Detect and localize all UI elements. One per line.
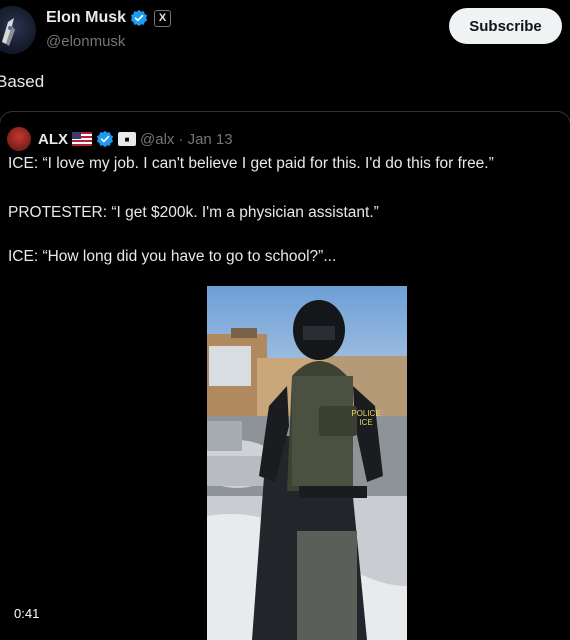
video-duration: 0:41 [14, 606, 40, 621]
author-handle[interactable]: @elonmusk [46, 33, 125, 50]
author-avatar[interactable] [0, 6, 36, 54]
quoted-verified-badge-icon [96, 130, 114, 148]
quoted-author-handle[interactable]: @alx [140, 131, 174, 148]
affiliate-logo-icon: ■ [118, 132, 136, 146]
quoted-author-avatar[interactable] [7, 127, 31, 151]
quoted-tweet[interactable]: ALX ■ @alx · Jan 13 ICE: “I love my job.… [0, 111, 570, 640]
us-flag-icon [72, 132, 92, 146]
x-affiliate-badge: X [154, 9, 172, 27]
author-name-row: Elon Musk X [46, 9, 172, 27]
tweet-header: Elon Musk X @elonmusk Subscribe [0, 0, 570, 60]
quoted-tweet-date[interactable]: · Jan 13 [178, 131, 232, 148]
tweet-text: Based [0, 72, 45, 91]
quoted-text-line-3: ICE: “How long did you have to go to sch… [8, 248, 337, 265]
rocket-avatar-icon [2, 18, 15, 46]
author-name[interactable]: Elon Musk [46, 9, 126, 27]
verified-badge-icon [130, 9, 148, 27]
quoted-text-line-1: ICE: “I love my job. I can't believe I g… [8, 155, 494, 172]
quoted-tweet-header: ALX ■ @alx · Jan 13 [7, 127, 233, 151]
video-player[interactable]: POLICE ICE [207, 286, 407, 640]
vest-text-police: POLICE [351, 409, 380, 418]
vest-text-ice: ICE [359, 418, 372, 427]
quoted-text-line-2: PROTESTER: “I get $200k. I'm a physician… [8, 204, 379, 221]
quoted-author-name[interactable]: ALX [38, 131, 68, 148]
subscribe-button[interactable]: Subscribe [449, 8, 562, 44]
video-frame: POLICE ICE [207, 286, 407, 640]
